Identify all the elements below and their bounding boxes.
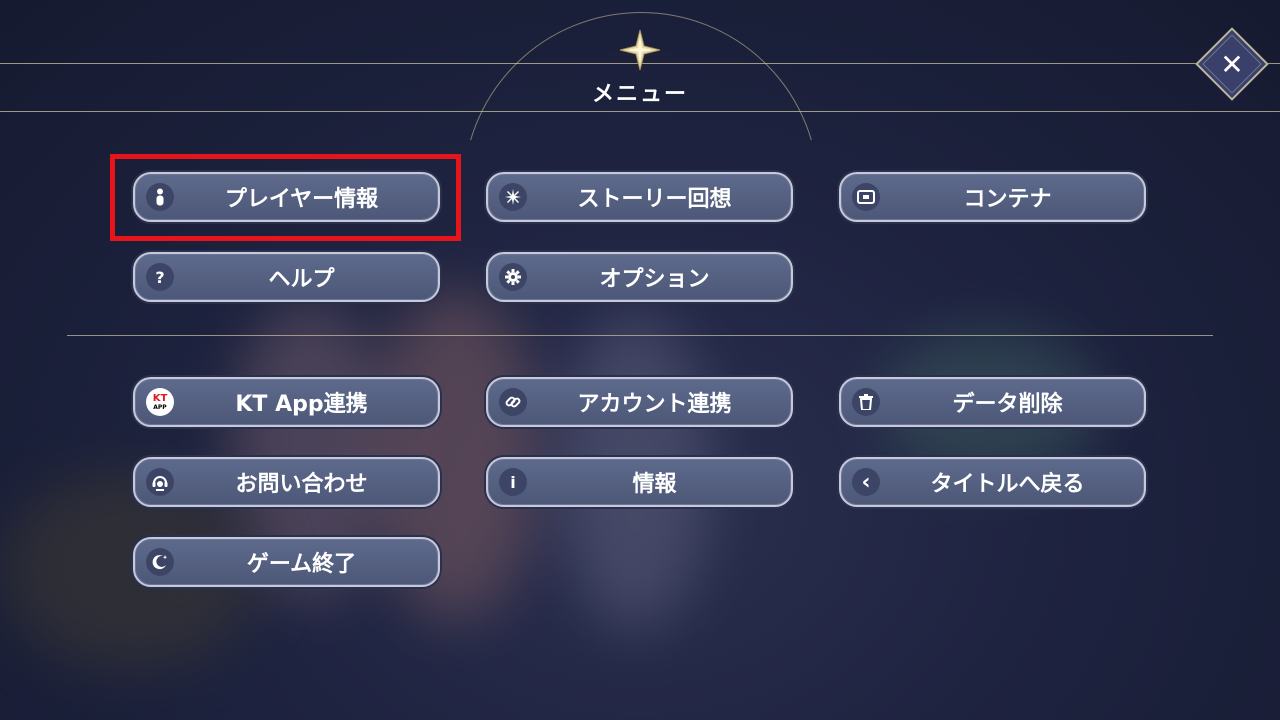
kt-app-link-button[interactable]: KT APP KT App連携 — [133, 377, 440, 427]
help-icon: ? — [146, 263, 174, 291]
menu-item-label: オプション — [599, 267, 710, 292]
quit-game-button[interactable]: ゲーム終了 — [133, 537, 440, 587]
support-icon — [146, 468, 174, 496]
gear-icon — [499, 263, 527, 291]
info-icon: i — [499, 468, 527, 496]
menu-item-label: コンテナ — [963, 187, 1052, 212]
section-divider — [67, 335, 1213, 336]
menu-item-label: ストーリー回想 — [577, 187, 732, 212]
contact-button[interactable]: お問い合わせ — [133, 457, 440, 507]
menu-item-label: データ削除 — [952, 392, 1063, 417]
menu-item-label: お問い合わせ — [235, 472, 368, 497]
back-icon: ‹ — [852, 468, 880, 496]
container-icon — [852, 183, 880, 211]
menu-item-label: アカウント連携 — [577, 392, 732, 417]
kt-app-icon: KT APP — [146, 388, 174, 416]
info-button[interactable]: i 情報 — [486, 457, 793, 507]
story-recollection-button[interactable]: ストーリー回想 — [486, 172, 793, 222]
menu-item-label: ゲーム終了 — [246, 552, 357, 577]
menu-item-label: ヘルプ — [268, 267, 335, 292]
link-icon — [499, 388, 527, 416]
moon-icon — [146, 548, 174, 576]
menu-item-label: タイトルへ戻る — [930, 472, 1085, 497]
menu-item-label: KT App連携 — [235, 392, 368, 417]
menu-item-label: 情報 — [632, 472, 677, 497]
kt-logo-text: KT — [152, 392, 168, 404]
options-button[interactable]: オプション — [486, 252, 793, 302]
help-button[interactable]: ? ヘルプ — [133, 252, 440, 302]
account-link-button[interactable]: アカウント連携 — [486, 377, 793, 427]
kt-app-text: APP — [153, 403, 167, 411]
selection-highlight — [110, 154, 461, 241]
star-emblem-icon — [619, 29, 661, 71]
container-button[interactable]: コンテナ — [839, 172, 1146, 222]
delete-data-button[interactable]: データ削除 — [839, 377, 1146, 427]
sparkle-icon — [499, 183, 527, 211]
page-title: メニュー — [591, 82, 688, 107]
return-to-title-button[interactable]: ‹ タイトルへ戻る — [839, 457, 1146, 507]
trash-icon — [852, 388, 880, 416]
